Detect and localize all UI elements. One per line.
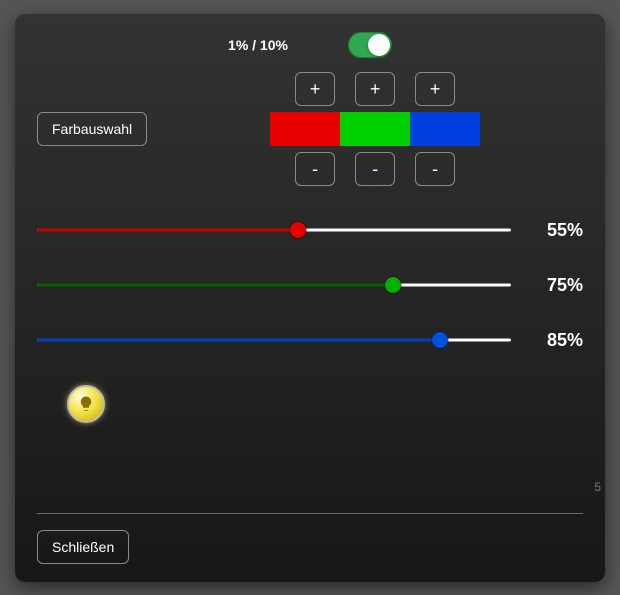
blue-value-label: 85% (529, 330, 583, 351)
green-swatch (340, 112, 410, 146)
blue-swatch (410, 112, 480, 146)
green-increment-button[interactable]: + (355, 72, 395, 106)
blue-slider[interactable] (37, 332, 511, 348)
green-slider[interactable] (37, 277, 511, 293)
red-slider[interactable] (37, 222, 511, 238)
blue-slider-row: 85% (37, 330, 583, 351)
green-value-label: 75% (529, 275, 583, 296)
step-size-label: 1% / 10% (228, 37, 288, 53)
footer-divider (37, 513, 583, 514)
sliders-section: 55% 75% 85% (37, 220, 583, 351)
increment-row: + + + (295, 72, 455, 106)
green-decrement-button[interactable]: - (355, 152, 395, 186)
rgb-stepper-grid: + + + - - - (270, 72, 480, 186)
red-decrement-button[interactable]: - (295, 152, 335, 186)
bulb-icon (77, 395, 95, 413)
color-picker-button[interactable]: Farbauswahl (37, 112, 147, 146)
green-slider-row: 75% (37, 275, 583, 296)
red-increment-button[interactable]: + (295, 72, 335, 106)
red-slider-row: 55% (37, 220, 583, 241)
red-fill (37, 229, 298, 232)
step-size-toggle[interactable] (348, 32, 392, 58)
green-fill (37, 284, 393, 287)
blue-increment-button[interactable]: + (415, 72, 455, 106)
toggle-knob (368, 34, 390, 56)
decrement-row: - - - (295, 152, 455, 186)
blue-decrement-button[interactable]: - (415, 152, 455, 186)
green-thumb[interactable] (385, 277, 401, 293)
red-swatch (270, 112, 340, 146)
color-settings-panel: 1% / 10% Farbauswahl + + + - - - (15, 14, 605, 582)
red-value-label: 55% (529, 220, 583, 241)
bulb-button[interactable] (67, 385, 105, 423)
close-button[interactable]: Schließen (37, 530, 129, 564)
header-row: 1% / 10% (37, 32, 583, 58)
red-thumb[interactable] (290, 222, 306, 238)
blue-fill (37, 339, 440, 342)
footer: Schließen (37, 513, 583, 564)
blue-thumb[interactable] (432, 332, 448, 348)
swatch-row (270, 112, 480, 146)
color-controls-area: Farbauswahl + + + - - - (37, 72, 583, 186)
axis-tick-5: 5 (594, 480, 601, 494)
